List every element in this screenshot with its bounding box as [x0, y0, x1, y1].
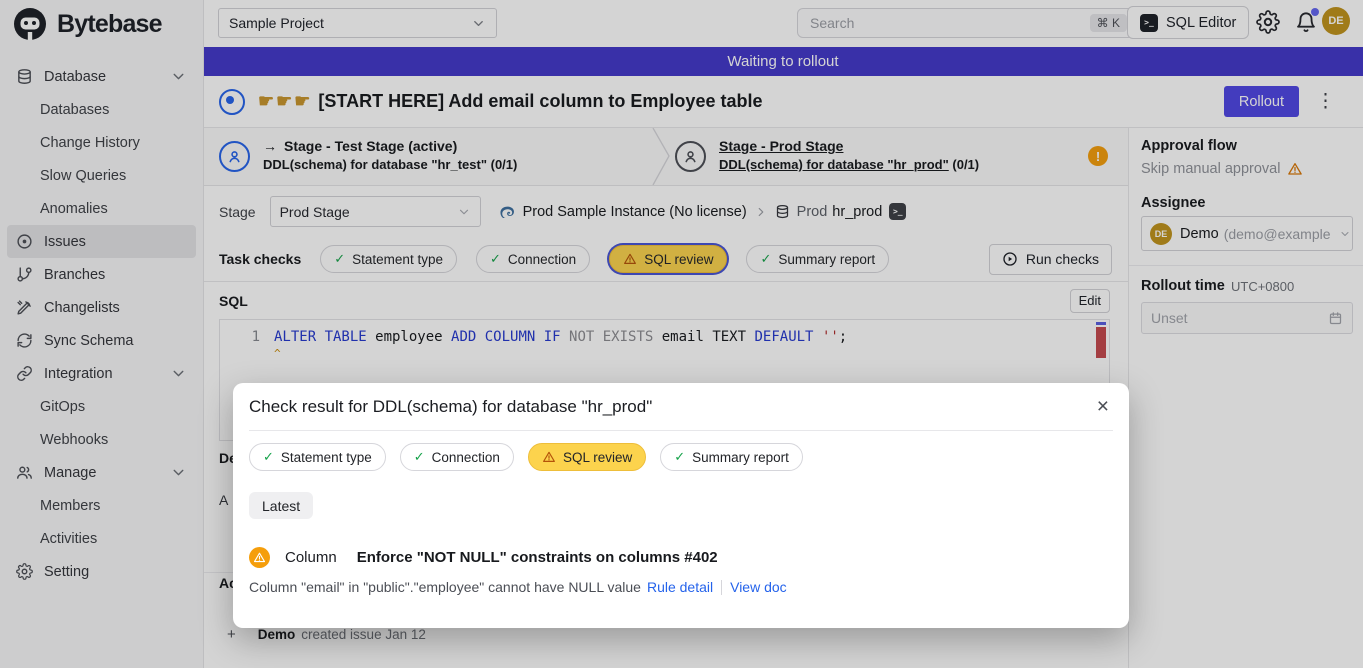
check-tab-summary-report[interactable]: ✓ Summary report — [660, 443, 803, 471]
link-divider — [721, 580, 722, 595]
check-tab-connection[interactable]: ✓ Connection — [400, 443, 514, 471]
view-doc-link[interactable]: View doc — [730, 579, 787, 595]
modal-divider — [249, 430, 1113, 431]
check-icon: ✓ — [414, 449, 425, 465]
latest-filter-chip[interactable]: Latest — [249, 492, 313, 519]
close-icon[interactable]: × — [1097, 397, 1109, 416]
check-icon: ✓ — [263, 449, 274, 465]
check-icon: ✓ — [674, 449, 685, 465]
finding-rule-title: Enforce "NOT NULL" constraints on column… — [357, 549, 718, 566]
finding-detail: Column "email" in "public"."employee" ca… — [249, 579, 1109, 595]
check-result-modal: Check result for DDL(schema) for databas… — [233, 383, 1129, 628]
check-tab-sql-review[interactable]: SQL review — [528, 443, 646, 471]
modal-title: Check result for DDL(schema) for databas… — [249, 397, 652, 417]
warning-circle-icon — [249, 547, 270, 568]
finding-category: Column — [285, 549, 337, 566]
rule-detail-link[interactable]: Rule detail — [647, 579, 713, 595]
modal-check-tabs: ✓ Statement type ✓ Connection SQL review… — [249, 443, 1109, 471]
finding-row: Column Enforce "NOT NULL" constraints on… — [249, 547, 1109, 568]
warning-triangle-icon — [542, 450, 556, 464]
check-tab-statement-type[interactable]: ✓ Statement type — [249, 443, 386, 471]
